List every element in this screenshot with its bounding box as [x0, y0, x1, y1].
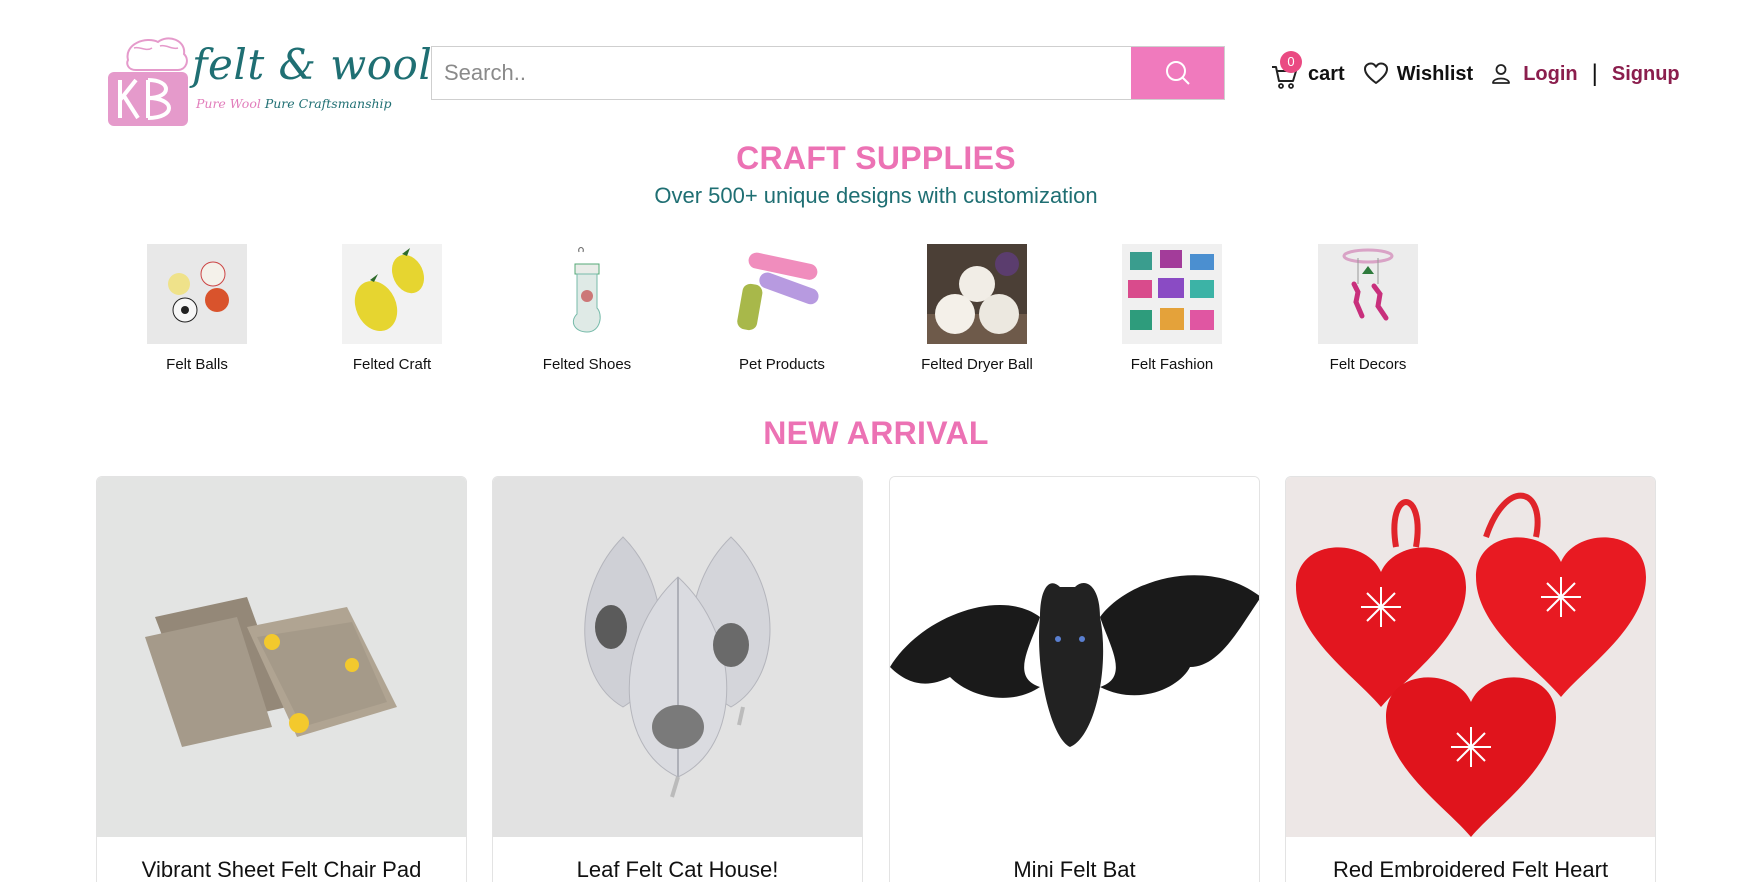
felt-balls-thumbnail — [147, 244, 247, 344]
product-card[interactable]: Mini Felt Bat — [889, 476, 1260, 882]
felt-fashion-thumbnail — [1122, 244, 1222, 344]
category-felt-fashion[interactable]: Felt Fashion — [1097, 244, 1247, 373]
product-title: Mini Felt Bat — [1013, 857, 1136, 882]
category-label: Pet Products — [739, 356, 825, 373]
search-button[interactable] — [1131, 47, 1224, 99]
craft-supplies-title: CRAFT SUPPLIES — [736, 140, 1016, 176]
brand-logo[interactable]: felt & wool Pure Wool Pure Craftsmanship — [104, 12, 432, 126]
category-label: Felted Dryer Ball — [921, 356, 1033, 373]
category-list: Felt Balls Felted Craft Felted Shoes Pet… — [122, 244, 1422, 379]
wishlist-button[interactable]: Wishlist — [1363, 62, 1474, 86]
search-bar — [431, 46, 1225, 100]
brand-name: felt & wool — [192, 40, 433, 89]
product-title: Leaf Felt Cat House! — [576, 857, 779, 882]
wishlist-label: Wishlist — [1396, 62, 1474, 85]
cart-count-badge: 0 — [1280, 51, 1302, 73]
tagline-pure-wool: Pure Wool — [196, 96, 261, 111]
product-card[interactable]: Vibrant Sheet Felt Chair Pad — [96, 476, 467, 882]
cart-button[interactable]: 0 cart — [1270, 51, 1345, 91]
category-felt-decors[interactable]: Felt Decors — [1293, 244, 1443, 373]
product-image-felt-bat — [890, 477, 1259, 837]
category-label: Felted Craft — [352, 356, 432, 373]
product-image-chair-pad — [97, 477, 466, 837]
category-felted-dryer-ball[interactable]: Felted Dryer Ball — [902, 244, 1052, 373]
search-input[interactable] — [432, 47, 1131, 99]
product-card[interactable]: Red Embroidered Felt Heart — [1285, 476, 1656, 882]
tagline-craftsmanship: Pure Craftsmanship — [264, 96, 392, 111]
felted-craft-thumbnail — [342, 244, 442, 344]
search-icon — [1165, 61, 1190, 85]
felt-decors-thumbnail — [1318, 244, 1418, 344]
signup-link[interactable]: Signup — [1612, 63, 1680, 86]
auth-divider: | — [1591, 60, 1598, 87]
product-card[interactable]: Leaf Felt Cat House! — [492, 476, 863, 882]
category-label: Felt Decors — [1329, 356, 1407, 373]
user-icon — [1492, 64, 1511, 84]
category-label: Felt Fashion — [1130, 356, 1214, 373]
category-felted-craft[interactable]: Felted Craft — [317, 244, 467, 373]
product-title: Vibrant Sheet Felt Chair Pad — [141, 857, 422, 882]
category-felted-shoes[interactable]: Felted Shoes — [512, 244, 662, 373]
product-title: Red Embroidered Felt Heart — [1332, 857, 1609, 882]
dryer-ball-thumbnail — [927, 244, 1027, 344]
cart-label: cart — [1308, 62, 1345, 85]
pet-products-thumbnail — [732, 244, 832, 344]
product-image-cat-house — [493, 477, 862, 837]
heart-icon — [1363, 62, 1388, 84]
login-label: Login — [1523, 62, 1578, 85]
craft-supplies-subtitle: Over 500+ unique designs with customizat… — [654, 183, 1098, 208]
header-actions: 0 cart Wishlist Login | Signup — [1270, 51, 1680, 96]
category-label: Felted Shoes — [542, 356, 632, 373]
brand-tagline: Pure Wool Pure Craftsmanship — [196, 96, 392, 111]
felted-shoes-thumbnail — [537, 244, 637, 344]
category-pet-products[interactable]: Pet Products — [707, 244, 857, 373]
site-header: felt & wool Pure Wool Pure Craftsmanship… — [0, 0, 1742, 140]
login-link[interactable]: Login — [1491, 62, 1578, 86]
category-felt-balls[interactable]: Felt Balls — [122, 244, 272, 373]
sheep-monogram-icon — [108, 37, 188, 126]
new-arrival-title: NEW ARRIVAL — [763, 415, 989, 451]
product-grid: Vibrant Sheet Felt Chair Pad Leaf Felt C… — [96, 476, 1656, 882]
product-image-felt-heart — [1286, 477, 1655, 837]
category-label: Felt Balls — [166, 356, 228, 373]
